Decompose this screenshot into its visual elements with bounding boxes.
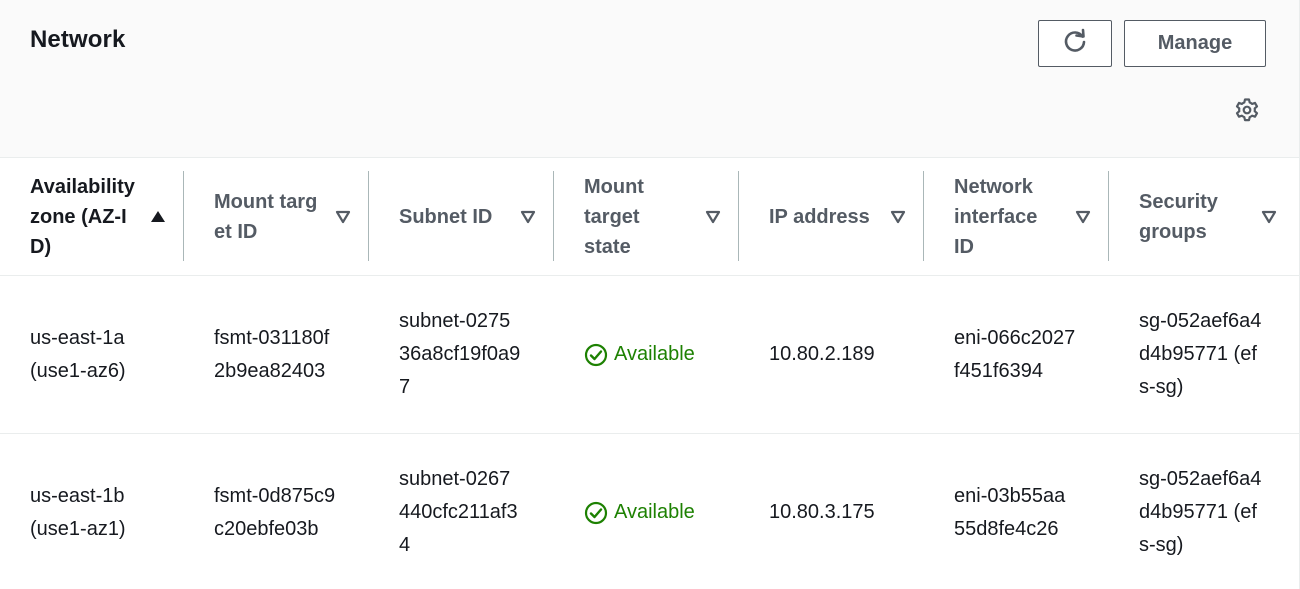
column-header-subnet-id[interactable]: Subnet ID [369, 158, 554, 276]
status-badge: Available [584, 496, 739, 529]
sort-caret-icon[interactable] [1261, 210, 1277, 224]
column-header-state[interactable]: Mount target state [554, 158, 739, 276]
cell-network-interface-id: eni-066c2027f451f6394 [924, 275, 1109, 434]
cell-mount-target-id: fsmt-031180f2b9ea82403 [184, 275, 369, 434]
column-header-security-groups[interactable]: Security groups [1109, 158, 1299, 276]
panel-title: Network [30, 26, 126, 53]
refresh-button[interactable] [1038, 20, 1112, 67]
cell-state: Available [554, 433, 739, 589]
cell-mount-target-id: fsmt-0d875c9c20ebfe03b [184, 433, 369, 589]
column-label: Security groups [1139, 190, 1218, 243]
mount-targets-table: Availability zone (AZ-ID) Mount target I… [0, 158, 1299, 589]
gear-icon[interactable] [1233, 96, 1261, 124]
cell-ip-address: 10.80.3.175 [739, 433, 924, 589]
column-header-network-interface-id[interactable]: Network interface ID [924, 158, 1109, 276]
cell-security-groups: sg-052aef6a4d4b95771 (efs-sg) [1109, 433, 1299, 589]
table-row: us-east-1b (use1-az1) fsmt-0d875c9c20ebf… [0, 433, 1299, 589]
cell-network-interface-id: eni-03b55aa55d8fe4c26 [924, 433, 1109, 589]
column-label: Subnet ID [399, 205, 493, 228]
sort-caret-icon[interactable] [520, 210, 536, 224]
sort-ascending-icon[interactable] [150, 210, 166, 224]
status-badge: Available [584, 338, 739, 371]
cell-az: us-east-1b (use1-az1) [0, 433, 184, 589]
status-label: Available [614, 501, 695, 523]
sort-caret-icon[interactable] [890, 210, 906, 224]
cell-state: Available [554, 275, 739, 434]
refresh-icon [1062, 28, 1088, 59]
cell-security-groups: sg-052aef6a4d4b95771 (efs-sg) [1109, 275, 1299, 434]
cell-subnet-id: subnet-027536a8cf19f0a97 [369, 275, 554, 434]
network-panel: Network Manage Availability zone (AZ-ID)… [0, 0, 1300, 589]
check-circle-icon [584, 343, 608, 366]
status-label: Available [614, 343, 695, 365]
table-row: us-east-1a (use1-az6) fsmt-031180f2b9ea8… [0, 275, 1299, 434]
cell-az: us-east-1a (use1-az6) [0, 275, 184, 434]
cell-ip-address: 10.80.2.189 [739, 275, 924, 434]
column-label: Network interface ID [954, 175, 1038, 258]
column-header-mount-target-id[interactable]: Mount target ID [184, 158, 369, 276]
sort-caret-icon[interactable] [1075, 210, 1091, 224]
column-label: Mount target state [584, 175, 644, 258]
check-circle-icon [584, 501, 608, 524]
sort-caret-icon[interactable] [335, 210, 351, 224]
column-header-ip-address[interactable]: IP address [739, 158, 924, 276]
cell-subnet-id: subnet-0267440cfc211af34 [369, 433, 554, 589]
manage-button[interactable]: Manage [1124, 20, 1266, 67]
column-label: Availability zone (AZ-ID) [30, 175, 135, 258]
column-label: Mount target ID [214, 190, 318, 243]
table-header-row: Availability zone (AZ-ID) Mount target I… [0, 158, 1299, 276]
panel-header: Network Manage [0, 0, 1299, 158]
column-label: IP address [769, 205, 870, 228]
sort-caret-icon[interactable] [705, 210, 721, 224]
column-header-az[interactable]: Availability zone (AZ-ID) [0, 158, 184, 276]
